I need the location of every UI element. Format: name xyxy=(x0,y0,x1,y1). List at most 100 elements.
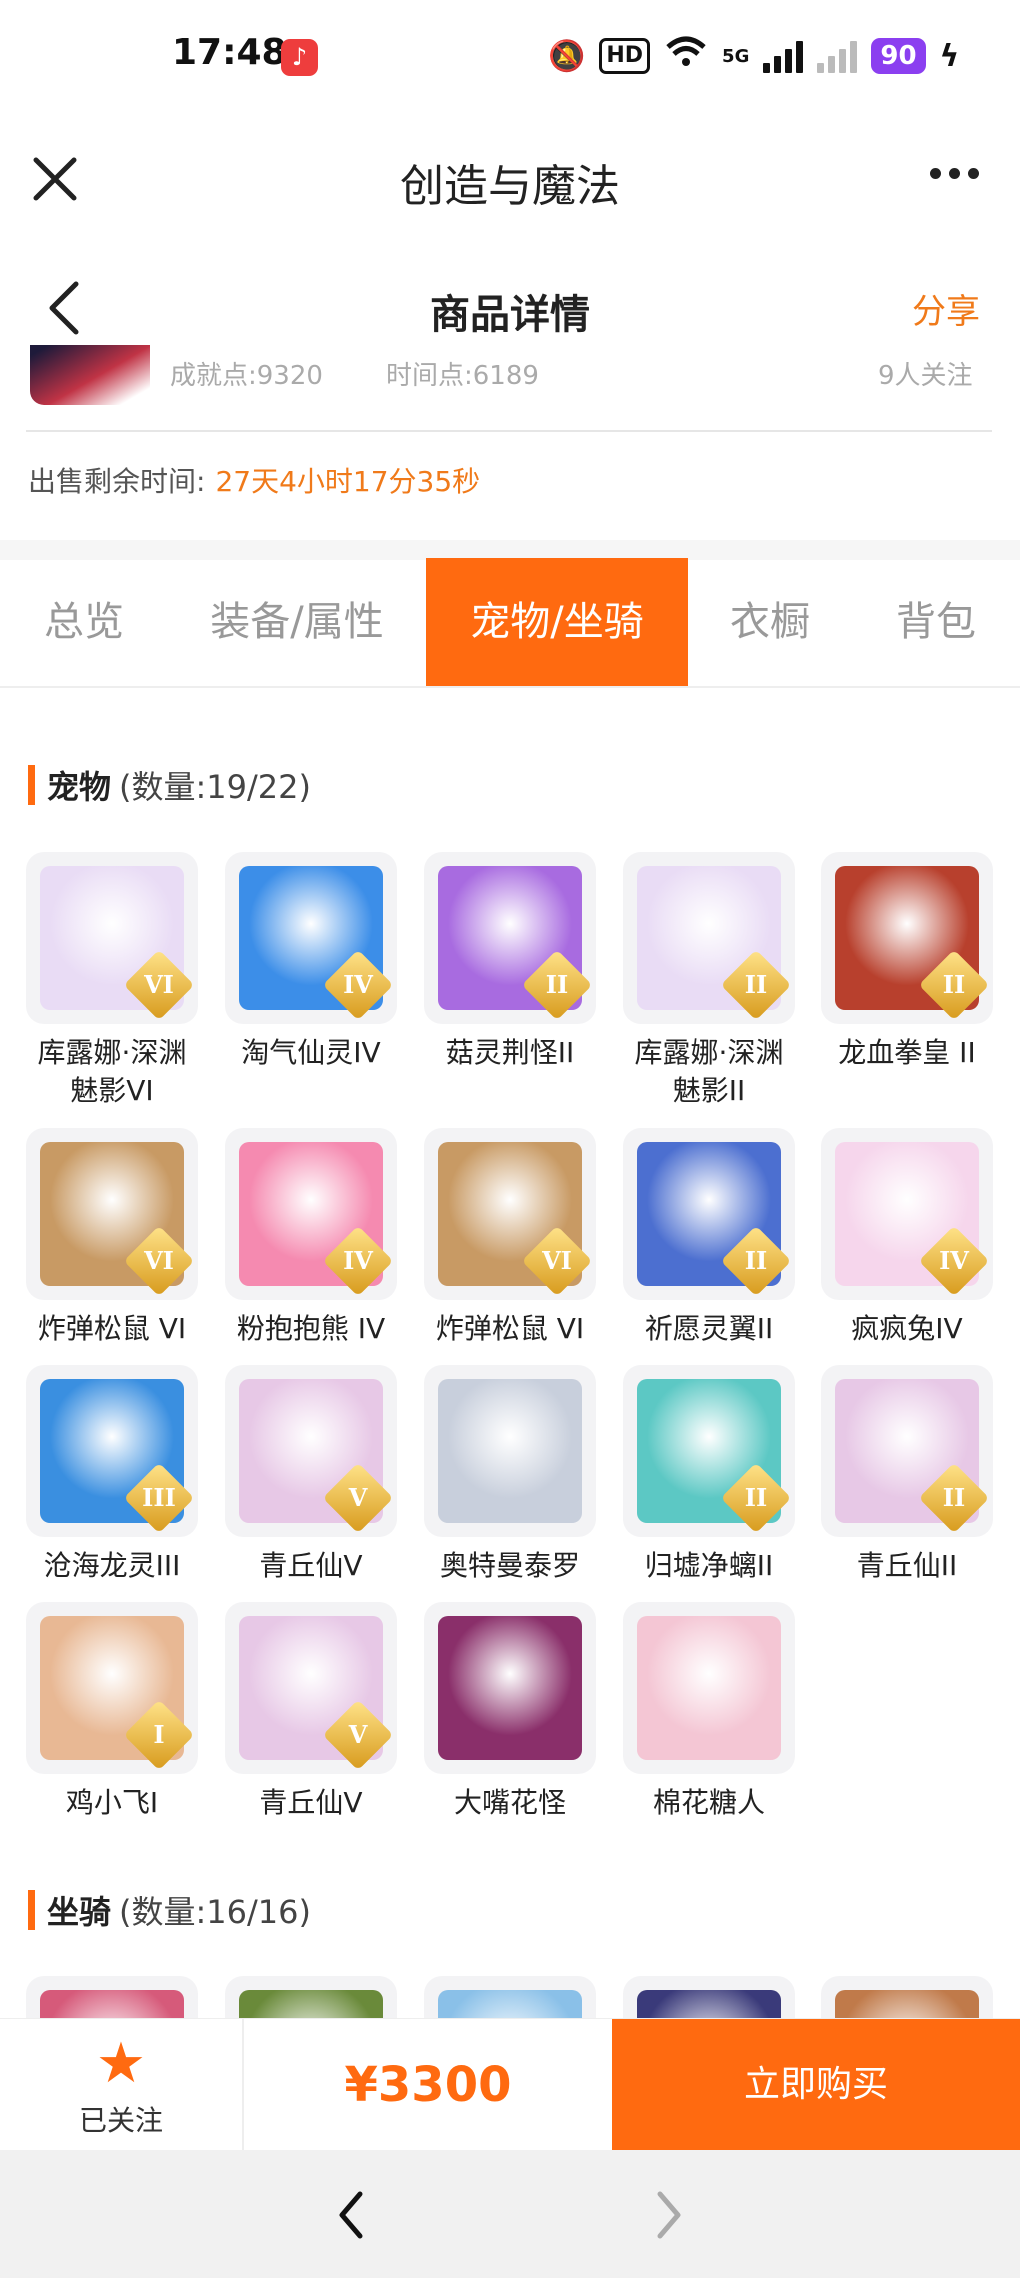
mounts-section-title: 坐骑 xyxy=(47,1893,112,1931)
pet-item[interactable]: V 青丘仙V xyxy=(225,1365,397,1585)
pet-name: 疯疯兔IV xyxy=(851,1312,963,1345)
section-separator xyxy=(0,540,1020,560)
pet-portrait xyxy=(438,1616,582,1760)
pet-name: 棉花糖人 xyxy=(652,1786,765,1819)
pet-item[interactable]: III 沧海龙灵III xyxy=(26,1365,198,1585)
tab-backpack[interactable]: 背包 xyxy=(852,558,1020,686)
share-button[interactable]: 分享 xyxy=(912,284,980,333)
pet-item[interactable]: II 库露娜·深渊 魅影II xyxy=(623,852,795,1110)
chevron-right-icon xyxy=(657,2191,681,2239)
pet-item[interactable]: VI 炸弹松鼠 VI xyxy=(26,1128,198,1348)
grade-badge: III xyxy=(123,1462,195,1534)
pet-name: 淘气仙灵IV xyxy=(241,1036,381,1069)
grade-badge: VI xyxy=(123,949,195,1021)
chevron-left-icon xyxy=(339,2191,363,2239)
grade-badge: VI xyxy=(123,1225,195,1297)
mount-portrait xyxy=(438,1990,582,2018)
sale-remaining-time: 出售剩余时间: 27天4小时17分35秒 xyxy=(28,460,480,500)
pet-name: 青丘仙II xyxy=(856,1549,958,1582)
mount-card xyxy=(26,1976,198,2018)
price: ¥3300 xyxy=(344,2057,512,2113)
pet-item[interactable]: V 青丘仙V xyxy=(225,1602,397,1822)
clock: 17:48 xyxy=(172,32,287,73)
section-marker xyxy=(28,1890,35,1930)
pet-name: 炸弹松鼠 VI xyxy=(37,1312,187,1345)
pet-card: IV xyxy=(821,1128,993,1300)
pet-card xyxy=(623,1602,795,1774)
mount-portrait xyxy=(239,1990,383,2018)
pet-name: 祈愿灵翼II xyxy=(644,1312,774,1345)
grade-badge: II xyxy=(720,1225,792,1297)
pet-item[interactable]: 大嘴花怪 xyxy=(424,1602,596,1822)
mount-card xyxy=(225,1976,397,2018)
mount-item[interactable] xyxy=(821,1976,993,2018)
hd-icon: HD xyxy=(599,38,651,74)
pet-name: 炸弹松鼠 VI xyxy=(435,1312,585,1345)
mount-card xyxy=(821,1976,993,2018)
mount-portrait xyxy=(835,1990,979,2018)
pet-item[interactable]: 棉花糖人 xyxy=(623,1602,795,1822)
grade-badge: V xyxy=(322,1699,394,1771)
buy-now-button[interactable]: 立即购买 xyxy=(612,2019,1020,2151)
more-button[interactable] xyxy=(930,158,986,188)
pet-item[interactable]: II 祈愿灵翼II xyxy=(623,1128,795,1348)
grade-badge: IV xyxy=(322,949,394,1021)
grade-badge: IV xyxy=(322,1225,394,1297)
signal-icon xyxy=(763,39,804,73)
grade-badge: II xyxy=(720,1462,792,1534)
pet-item[interactable]: 奥特曼泰罗 xyxy=(424,1365,596,1585)
tab-overview[interactable]: 总览 xyxy=(0,558,168,686)
follow-button[interactable]: ★ 已关注 xyxy=(0,2019,244,2151)
follow-label: 已关注 xyxy=(78,2104,163,2137)
mount-item[interactable] xyxy=(424,1976,596,2018)
tab-wardrobe[interactable]: 衣橱 xyxy=(688,558,852,686)
pet-card xyxy=(424,1602,596,1774)
pet-item[interactable]: IV 淘气仙灵IV xyxy=(225,852,397,1072)
pet-card: IV xyxy=(225,852,397,1024)
browser-back-button[interactable] xyxy=(336,2190,366,2240)
pet-name: 奥特曼泰罗 xyxy=(439,1549,580,1582)
pet-item[interactable]: VI 库露娜·深渊 魅影VI xyxy=(26,852,198,1110)
pet-card: II xyxy=(623,1128,795,1300)
achievement-points: 成就点:9320 xyxy=(170,361,323,391)
avatar xyxy=(30,345,150,405)
seller-info: 成就点:9320 时间点:6189 9人关注 xyxy=(0,345,1020,405)
mount-item[interactable] xyxy=(623,1976,795,2018)
pets-count: (数量:19/22) xyxy=(119,768,311,806)
pet-name: 菇灵荆怪II xyxy=(445,1036,575,1069)
pet-item[interactable]: IV 粉抱抱熊 IV xyxy=(225,1128,397,1348)
mount-card xyxy=(424,1976,596,2018)
page-title: 商品详情 xyxy=(430,292,590,338)
grade-badge: IV xyxy=(918,1225,990,1297)
wifi-icon xyxy=(664,35,708,77)
pet-card: I xyxy=(26,1602,198,1774)
pet-name: 青丘仙V xyxy=(259,1786,363,1819)
pet-item[interactable]: II 龙血拳皇 II xyxy=(821,852,993,1072)
mount-item[interactable] xyxy=(26,1976,198,2018)
pet-item[interactable]: IV 疯疯兔IV xyxy=(821,1128,993,1348)
pet-item[interactable]: I 鸡小飞I xyxy=(26,1602,198,1822)
section-marker xyxy=(28,765,35,805)
mounts-section-header: 坐骑 (数量:16/16) xyxy=(28,1887,311,1933)
grade-badge: II xyxy=(521,949,593,1021)
tab-equipment[interactable]: 装备/属性 xyxy=(168,558,426,686)
pet-item[interactable]: VI 炸弹松鼠 VI xyxy=(424,1128,596,1348)
pet-item[interactable]: II 青丘仙II xyxy=(821,1365,993,1585)
tab-pets-mounts[interactable]: 宠物/坐骑 xyxy=(426,558,688,686)
grade-badge: VI xyxy=(521,1225,593,1297)
pet-card: II xyxy=(424,852,596,1024)
pet-name: 粉抱抱熊 IV xyxy=(236,1312,386,1345)
signal-icon-secondary xyxy=(817,39,858,73)
pet-item[interactable]: II 归墟净螭II xyxy=(623,1365,795,1585)
pets-section-header: 宠物 (数量:19/22) xyxy=(28,762,311,808)
pet-portrait xyxy=(438,1379,582,1523)
grade-badge: II xyxy=(918,1462,990,1534)
grade-badge: I xyxy=(123,1699,195,1771)
star-icon: ★ xyxy=(95,2031,147,2096)
pet-card: II xyxy=(623,1365,795,1537)
pet-card: III xyxy=(26,1365,198,1537)
pet-item[interactable]: II 菇灵荆怪II xyxy=(424,852,596,1072)
browser-forward-button[interactable] xyxy=(654,2190,684,2240)
mount-item[interactable] xyxy=(225,1976,397,2018)
app-title: 创造与魔法 xyxy=(400,161,620,212)
